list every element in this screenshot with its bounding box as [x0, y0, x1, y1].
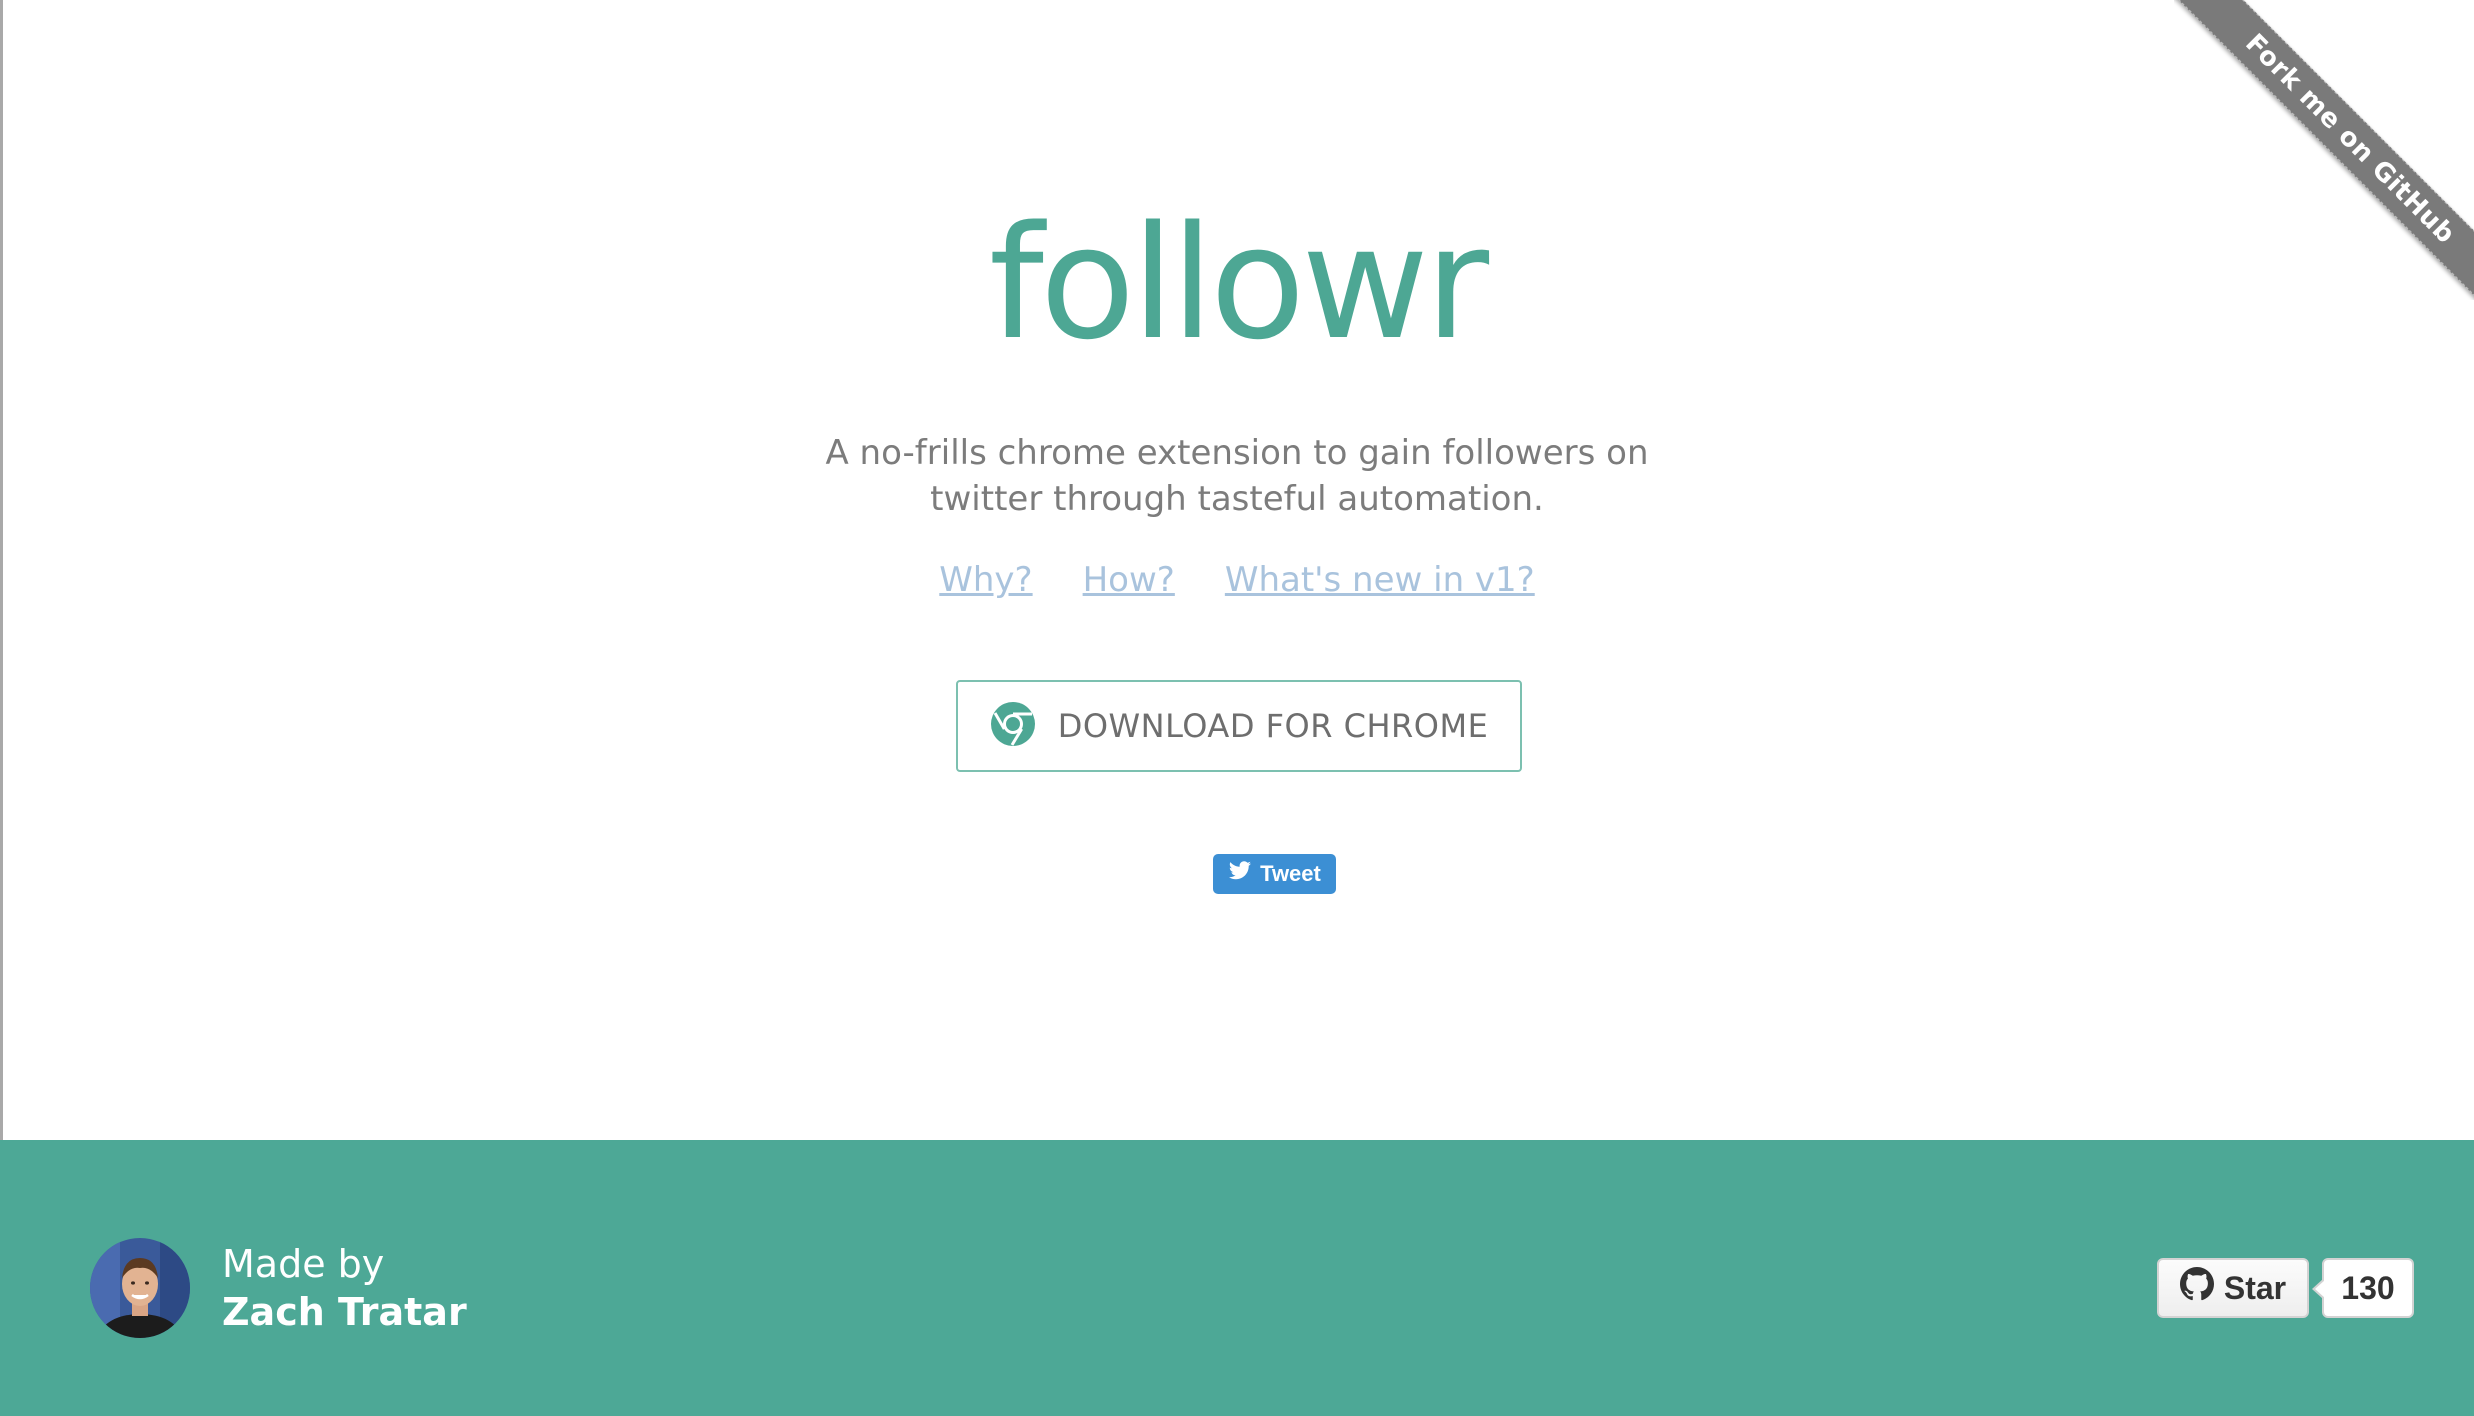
tagline-line-1: A no-frills chrome extension to gain fol… [825, 433, 1649, 473]
tweet-button-label: Tweet [1260, 861, 1321, 886]
how-link[interactable]: How? [1083, 560, 1175, 600]
whats-new-link[interactable]: What's new in v1? [1225, 560, 1535, 600]
footer: Made by Zach Tratar Star 130 [0, 1140, 2474, 1416]
tweet-button[interactable]: Tweet [1213, 854, 1336, 894]
github-star-count[interactable]: 130 [2312, 1258, 2414, 1318]
github-star-label: Star [2223, 1269, 2287, 1306]
github-star-button[interactable]: Star [2157, 1258, 2309, 1318]
author-avatar[interactable] [90, 1238, 190, 1338]
download-button-label: DOWNLOAD FOR CHROME [1057, 707, 1489, 745]
why-link[interactable]: Why? [939, 560, 1032, 600]
info-links: Why? How? What's new in v1? [0, 560, 2474, 600]
tagline-line-2: twitter through tasteful automation. [930, 479, 1544, 519]
tagline: A no-frills chrome extension to gain fol… [787, 430, 1687, 522]
made-by-credit: Made by Zach Tratar [222, 1240, 467, 1336]
twitter-bird-icon [1228, 861, 1252, 887]
site-logo: followr [988, 192, 1489, 374]
author-name[interactable]: Zach Tratar [222, 1288, 467, 1336]
made-by-label: Made by [222, 1242, 385, 1286]
github-octocat-icon [2179, 1267, 2214, 1309]
chrome-icon [990, 701, 1036, 752]
download-for-chrome-button[interactable]: DOWNLOAD FOR CHROME [956, 680, 1522, 772]
